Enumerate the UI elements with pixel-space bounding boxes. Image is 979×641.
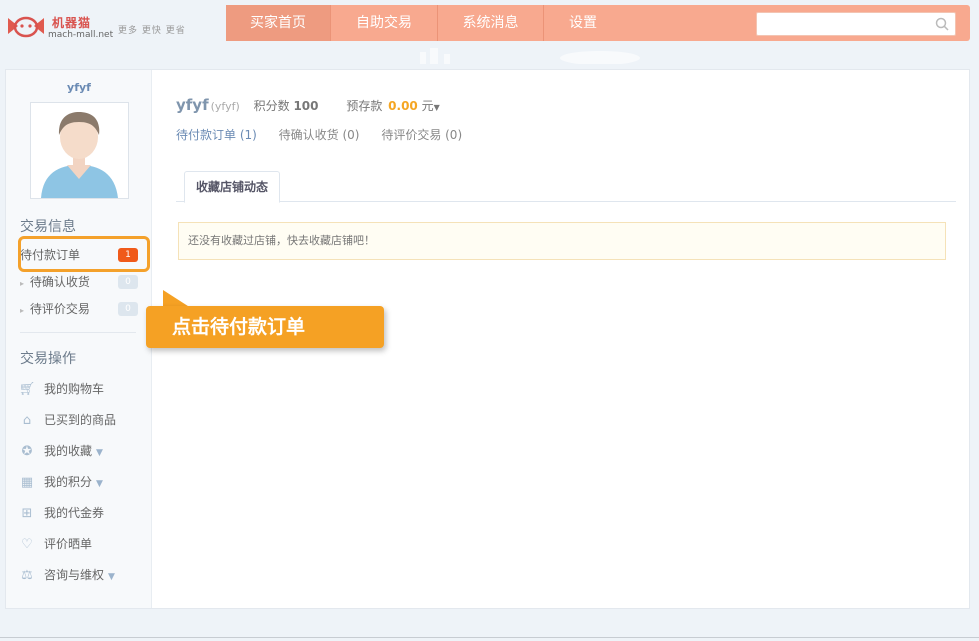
sidebar-item-vouchers[interactable]: ⊞ 我的代金券 bbox=[18, 503, 104, 523]
points-label: 积分数 bbox=[253, 99, 290, 113]
sidebar-item-favorites[interactable]: ✪ 我的收藏 ▼ bbox=[18, 441, 103, 461]
cat-logo-icon bbox=[8, 16, 44, 38]
basket-icon: ⌂ bbox=[22, 413, 32, 428]
empty-notice: 还没有收藏过店铺，快去收藏店铺吧！ bbox=[178, 222, 946, 260]
sidebar-item-cart[interactable]: 🛒︎ 我的购物车 bbox=[18, 379, 104, 399]
divider bbox=[0, 637, 979, 638]
points-value: 100 bbox=[293, 99, 319, 113]
search-input[interactable] bbox=[757, 13, 927, 35]
status-pending-receipt[interactable]: 待确认收货 (0) bbox=[279, 128, 360, 142]
user-name[interactable]: yfyf bbox=[176, 96, 209, 114]
chevron-down-icon[interactable]: ▼ bbox=[108, 572, 115, 582]
tutorial-callout: 点击待付款订单 bbox=[146, 306, 384, 348]
tab-bar: 收藏店铺动态 bbox=[176, 171, 956, 203]
calculator-icon: ▦ bbox=[20, 475, 34, 490]
avatar[interactable] bbox=[30, 102, 129, 199]
bullet-icon: ▸ bbox=[20, 279, 25, 288]
sidebar-item-label: 咨询与维权 bbox=[44, 568, 105, 582]
user-info: yfyf (yfyf) 积分数 100 预存款 0.00 元▼ bbox=[176, 96, 440, 114]
header: 机器猫 mach-mall.net 更多 更快 更省 买家首页 自助交易 系统消… bbox=[0, 0, 979, 64]
nav-settings[interactable]: 设置 bbox=[544, 5, 622, 41]
logo[interactable]: 机器猫 mach-mall.net bbox=[6, 12, 116, 42]
chevron-down-icon[interactable]: ▼ bbox=[96, 479, 103, 489]
sidebar-item-label: 我的代金券 bbox=[44, 506, 105, 520]
sidebar-item-label: 已买到的商品 bbox=[44, 413, 117, 427]
count-badge: 0 bbox=[118, 302, 138, 316]
brand-url: mach-mall.net bbox=[48, 30, 114, 40]
brand-name: 机器猫 bbox=[52, 16, 92, 30]
sidebar-item-points[interactable]: ▦ 我的积分 ▼ bbox=[18, 472, 103, 492]
sidebar: yfyf 交易信息 待付款订单 1 ▸ 待确认收货 0 ▸ 待评价交易 0 交易… bbox=[6, 70, 152, 608]
sidebar-item-pending-receipt[interactable]: ▸ 待确认收货 0 bbox=[20, 272, 138, 292]
search-box bbox=[756, 12, 956, 36]
sidebar-item-label: 我的收藏 bbox=[44, 444, 93, 458]
balance-label: 预存款 bbox=[346, 99, 383, 113]
balance-dropdown[interactable]: 元▼ bbox=[422, 99, 440, 113]
cart-icon: 🛒︎ bbox=[18, 382, 36, 397]
chevron-down-icon[interactable]: ▼ bbox=[96, 448, 103, 458]
status-pending-payment[interactable]: 待付款订单 (1) bbox=[176, 128, 257, 142]
status-pending-review[interactable]: 待评价交易 (0) bbox=[381, 128, 462, 142]
count-badge: 0 bbox=[118, 275, 138, 289]
brand-slogan: 更多 更快 更省 bbox=[118, 26, 186, 36]
sidebar-item-purchased[interactable]: ⌂ 已买到的商品 bbox=[18, 410, 116, 430]
trade-ops-title: 交易操作 bbox=[20, 351, 76, 367]
balance-value: 0.00 bbox=[388, 99, 418, 113]
tab-store-updates[interactable]: 收藏店铺动态 bbox=[184, 171, 280, 203]
order-status-row: 待付款订单 (1) 待确认收货 (0) 待评价交易 (0) bbox=[176, 126, 480, 143]
currency-label: 元 bbox=[421, 99, 434, 113]
sidebar-item-label: 评价晒单 bbox=[44, 537, 93, 551]
bullet-icon: ▸ bbox=[20, 306, 25, 315]
sidebar-item-reviews[interactable]: ♡ 评价晒单 bbox=[18, 534, 92, 554]
default-avatar-icon bbox=[41, 112, 118, 198]
sidebar-item-label: 待评价交易 bbox=[29, 302, 90, 316]
trade-info-title: 交易信息 bbox=[20, 219, 76, 235]
scale-icon: ⚖ bbox=[21, 568, 33, 583]
divider bbox=[20, 332, 136, 333]
sidebar-username[interactable]: yfyf bbox=[6, 81, 152, 94]
nav-buyer-home[interactable]: 买家首页 bbox=[226, 5, 331, 41]
user-subname: (yfyf) bbox=[210, 100, 240, 113]
sidebar-item-pending-review[interactable]: ▸ 待评价交易 0 bbox=[20, 299, 138, 319]
sidebar-item-label: 我的购物车 bbox=[44, 382, 105, 396]
sidebar-item-label: 待确认收货 bbox=[29, 275, 90, 289]
nav-self-trade[interactable]: 自助交易 bbox=[331, 5, 438, 41]
decorative-skyline-icon bbox=[420, 48, 640, 64]
heart-icon: ♡ bbox=[21, 537, 33, 552]
chevron-down-icon: ▼ bbox=[433, 103, 440, 112]
highlight-frame bbox=[18, 236, 150, 272]
gift-icon: ⊞ bbox=[21, 506, 33, 521]
medal-icon: ✪ bbox=[21, 444, 33, 459]
sidebar-item-disputes[interactable]: ⚖ 咨询与维权 ▼ bbox=[18, 565, 115, 585]
sidebar-item-label: 我的积分 bbox=[44, 475, 93, 489]
nav-system-messages[interactable]: 系统消息 bbox=[438, 5, 544, 41]
search-icon[interactable] bbox=[935, 17, 949, 31]
